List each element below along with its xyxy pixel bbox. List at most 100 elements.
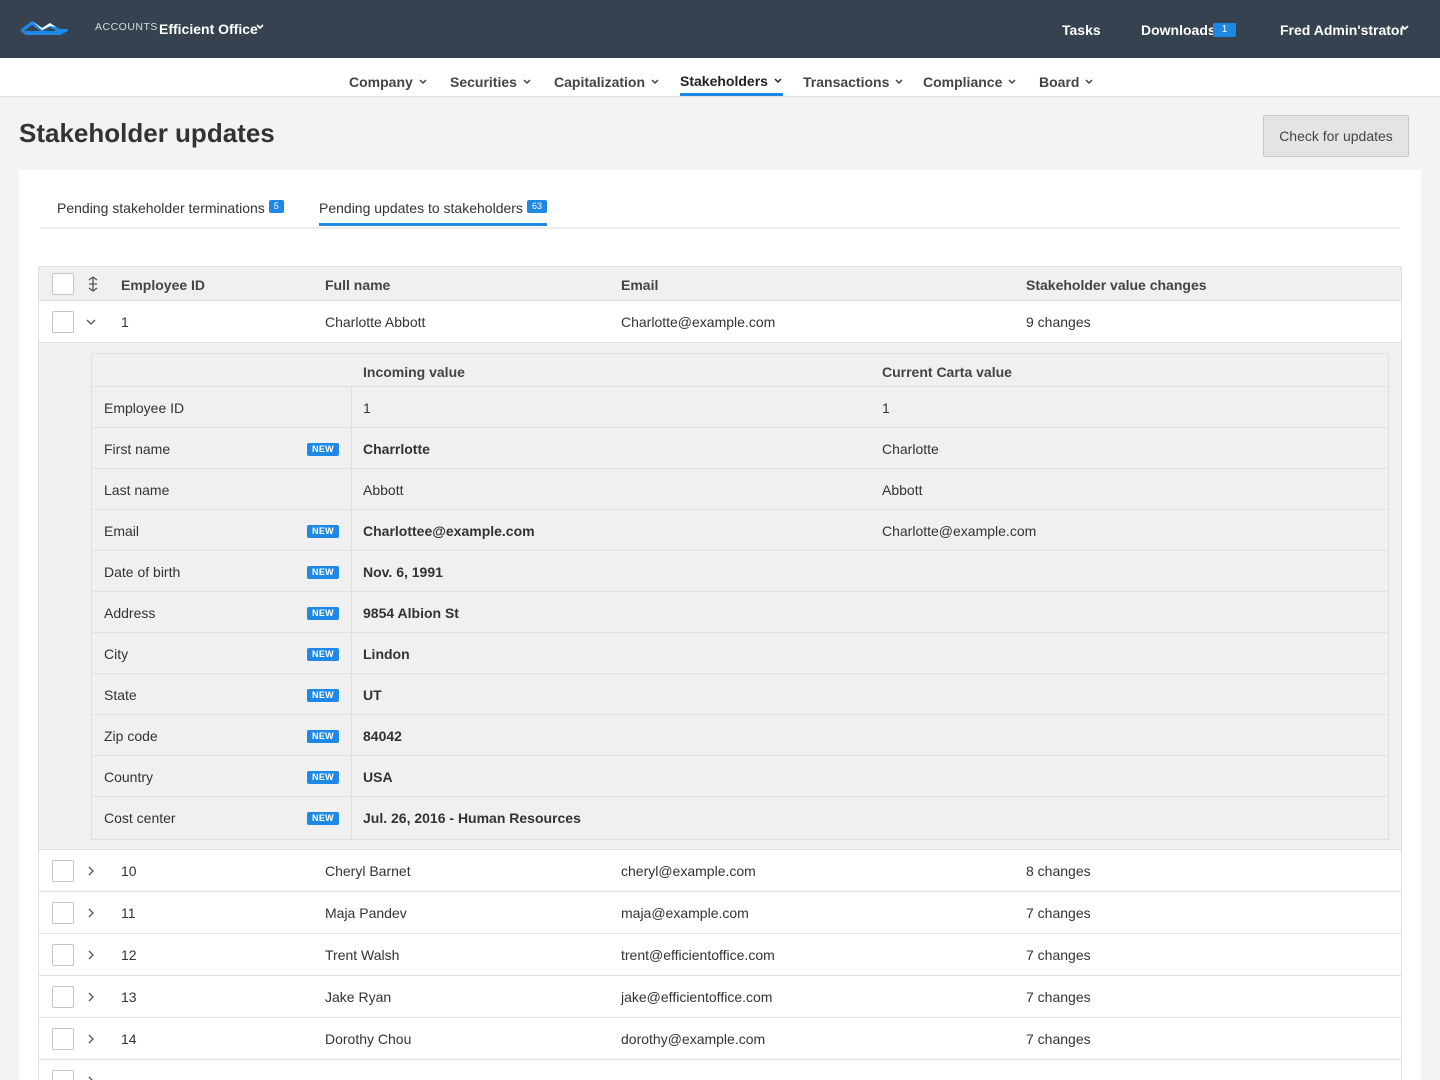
employee-id: 13 [121,989,137,1005]
full-name: Charlotte Abbott [325,314,426,330]
change-count: 7 changes [1026,905,1091,921]
col-email[interactable]: Email [621,277,658,293]
chevron-right-icon[interactable] [85,991,97,1003]
tab-pending-terminations[interactable]: Pending stakeholder terminations 5 [57,199,284,216]
new-badge: NEW [307,812,339,825]
detail-row: Date of birth NEW Nov. 6, 1991 [92,551,1388,592]
column-divider [351,428,352,468]
chevron-right-icon[interactable] [85,949,97,961]
current-value: Charlotte@example.com [882,523,1037,539]
incoming-value: USA [363,769,393,785]
chevron-right-icon[interactable] [85,1033,97,1045]
row-checkbox[interactable] [52,902,74,924]
row-checkbox[interactable] [52,1028,74,1050]
col-full-name[interactable]: Full name [325,277,390,293]
tabs-divider [40,227,1400,229]
detail-row: First name NEW Charrlotte Charlotte [92,428,1388,469]
field-label: Cost center [104,810,176,826]
table-row[interactable]: 1 Charlotte Abbott Charlotte@example.com… [39,301,1401,343]
tab-pending-updates[interactable]: Pending updates to stakeholders 63 [319,199,547,226]
column-divider [351,715,352,755]
incoming-value: Jul. 26, 2016 - Human Resources [363,810,581,826]
downloads-link[interactable]: Downloads [1141,22,1216,38]
row-checkbox[interactable] [52,311,74,333]
new-badge: NEW [307,771,339,784]
field-label: First name [104,441,171,457]
nav-transactions[interactable]: Transactions [803,69,904,94]
row-checkbox[interactable] [52,860,74,882]
table-row[interactable]: 11 Maja Pandev maja@example.com 7 change… [39,892,1401,934]
field-label: City [104,646,129,662]
select-all-checkbox[interactable] [52,273,74,295]
email: trent@efficientoffice.com [621,947,775,963]
tasks-link[interactable]: Tasks [1062,22,1101,38]
detail-row: Cost center NEW Jul. 26, 2016 - Human Re… [92,797,1388,839]
current-value: 1 [882,400,890,416]
change-count: 7 changes [1026,947,1091,963]
row-checkbox[interactable] [52,944,74,966]
employee-id: 1 [121,314,129,330]
column-divider [351,633,352,673]
table-row[interactable] [39,1060,1401,1080]
nav-stakeholders[interactable]: Stakeholders [680,69,783,96]
chevron-down-icon [774,78,782,84]
check-for-updates-button[interactable]: Check for updates [1263,115,1409,157]
current-value: Abbott [882,482,923,498]
top-bar: ACCOUNTS Efficient Office Tasks Download… [0,0,1440,58]
row-checkbox[interactable] [52,986,74,1008]
column-divider [351,674,352,714]
detail-header: Incoming value Current Carta value [92,354,1388,387]
email: cheryl@example.com [621,863,756,879]
employee-id: 11 [121,905,136,921]
nav-label: Compliance [923,73,1003,90]
nav-label: Company [349,73,413,90]
nav-securities[interactable]: Securities [450,69,532,94]
col-value-changes[interactable]: Stakeholder value changes [1026,277,1207,293]
incoming-value: 9854 Albion St [363,605,459,621]
column-divider [351,551,352,591]
tab-count-badge: 63 [526,199,547,213]
detail-row: Email NEW Charlottee@example.com Charlot… [92,510,1388,551]
nav-company[interactable]: Company [349,69,428,94]
expand-all-icon[interactable] [86,276,100,292]
email: dorothy@example.com [621,1031,766,1047]
chevron-right-icon[interactable] [85,1075,97,1080]
nav-capitalization[interactable]: Capitalization [554,69,660,94]
column-divider [351,469,352,509]
current-value: Charlotte [882,441,939,457]
nav-compliance[interactable]: Compliance [923,69,1017,94]
new-badge: NEW [307,607,339,620]
column-divider [351,510,352,550]
carta-logo[interactable] [20,18,68,36]
chevron-down-icon[interactable] [255,22,265,32]
table-row[interactable]: 12 Trent Walsh trent@efficientoffice.com… [39,934,1401,976]
incoming-value: Lindon [363,646,410,662]
new-badge: NEW [307,730,339,743]
chevron-right-icon[interactable] [85,865,97,877]
detail-row: State NEW UT [92,674,1388,715]
detail-row: Employee ID 1 1 [92,387,1388,428]
email: maja@example.com [621,905,749,921]
nav-label: Securities [450,73,517,90]
table-row[interactable]: 13 Jake Ryan jake@efficientoffice.com 7 … [39,976,1401,1018]
field-label: Employee ID [104,400,185,416]
table-row[interactable]: 14 Dorothy Chou dorothy@example.com 7 ch… [39,1018,1401,1060]
col-employee-id[interactable]: Employee ID [121,277,205,293]
incoming-value: Abbott [363,482,404,498]
table-row[interactable]: 10 Cheryl Barnet cheryl@example.com 8 ch… [39,850,1401,892]
incoming-value: 1 [363,400,371,416]
nav-board[interactable]: Board [1039,69,1094,94]
incoming-value: 84042 [363,728,402,744]
org-switcher[interactable]: Efficient Office [159,21,258,37]
tab-label: Pending updates to stakeholders [319,200,523,216]
chevron-down-icon[interactable] [85,316,97,328]
chevron-down-icon[interactable] [1400,23,1410,33]
row-checkbox[interactable] [52,1070,74,1080]
column-divider [351,756,352,796]
chevron-right-icon[interactable] [85,907,97,919]
column-divider [351,387,352,427]
user-menu[interactable]: Fred Admin'strator [1280,22,1405,38]
new-badge: NEW [307,566,339,579]
chevron-down-icon [419,78,427,84]
column-divider [351,797,352,839]
